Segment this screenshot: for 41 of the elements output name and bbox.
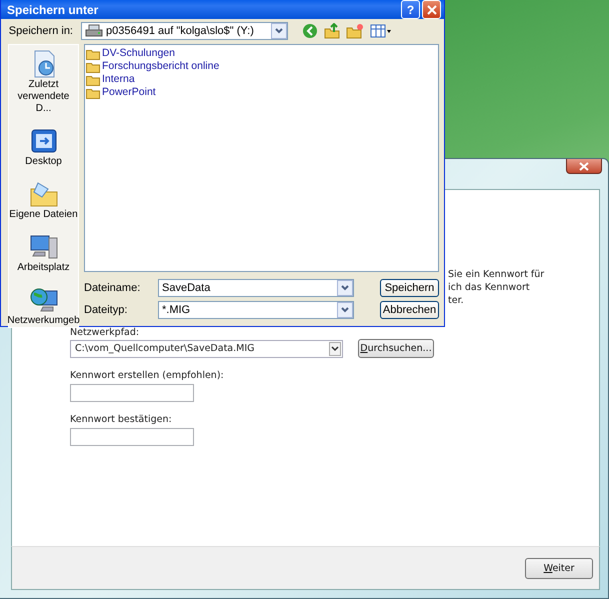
- place-label[interactable]: Zuletzt verwendete D...: [9, 79, 78, 115]
- path-combobox[interactable]: C:\vom_Quellcomputer\SaveData.MIG: [70, 340, 343, 358]
- intro-text: ter.: [448, 294, 465, 307]
- place-label[interactable]: Netzwerkumgeb: [7, 315, 80, 327]
- filetype-label: Dateityp:: [84, 304, 128, 316]
- save-in-label: Speichern in:: [8, 25, 73, 37]
- password-label: Kennwort erstellen (empfohlen):: [70, 370, 224, 381]
- filetype-combobox[interactable]: *.MIG: [158, 301, 354, 319]
- path-label: Netzwerkpfad:: [70, 327, 140, 338]
- view-menu-icon[interactable]: [370, 23, 392, 39]
- folder-item[interactable]: DV-Schulungen: [86, 47, 175, 60]
- new-folder-icon[interactable]: [346, 23, 364, 39]
- password-field[interactable]: [70, 384, 194, 402]
- back-icon[interactable]: [302, 23, 318, 39]
- folder-icon: [86, 74, 100, 86]
- filename-label: Dateiname:: [84, 282, 142, 294]
- folder-item[interactable]: Forschungsbericht online: [86, 60, 220, 73]
- confirm-password-field[interactable]: [70, 428, 194, 446]
- close-icon: [579, 162, 589, 170]
- folder-icon: [86, 48, 100, 60]
- confirm-password-label: Kennwort bestätigen:: [70, 414, 172, 425]
- save-button[interactable]: Speichern: [380, 279, 439, 297]
- folder-up-icon[interactable]: [324, 23, 340, 39]
- place-label[interactable]: Desktop: [25, 156, 62, 168]
- filename-combobox[interactable]: SaveData: [158, 279, 354, 297]
- close-button[interactable]: [566, 159, 602, 174]
- place-label[interactable]: Eigene Dateien: [9, 209, 78, 221]
- folder-icon: [86, 60, 100, 72]
- close-icon: [426, 4, 436, 14]
- next-button[interactable]: Weiter: [525, 558, 593, 578]
- intro-text: ich das Kennwort: [448, 281, 531, 294]
- place-label[interactable]: Arbeitsplatz: [17, 262, 70, 274]
- folder-item[interactable]: PowerPoint: [86, 86, 156, 99]
- save-in-combobox[interactable]: p0356491 auf "kolga\slo$" (Y:): [81, 22, 288, 40]
- browse-button[interactable]: Durchsuchen...: [358, 339, 434, 358]
- help-button[interactable]: ?: [401, 0, 420, 19]
- dialog-title: Speichern unter: [7, 2, 100, 16]
- cancel-button[interactable]: Abbrechen: [380, 301, 439, 319]
- folder-icon: [86, 86, 100, 98]
- folder-item[interactable]: Interna: [86, 73, 135, 86]
- intro-text: Sie ein Kennwort für: [448, 268, 544, 281]
